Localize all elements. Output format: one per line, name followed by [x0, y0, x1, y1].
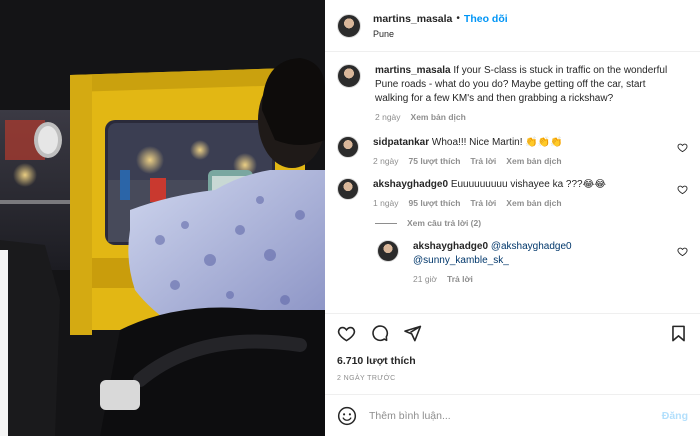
post-detail-panel: martins_masala • Theo dõi Pune martins_m… [325, 0, 700, 436]
author-username[interactable]: martins_masala [373, 13, 452, 25]
reply-item: akshayghadge0 @akshayghadge0 @sunny_kamb… [377, 240, 688, 284]
caption-body: martins_masala If your S-class is stuck … [375, 64, 688, 122]
add-comment-bar: Đăng [325, 394, 700, 436]
separator-dot: • [456, 13, 460, 24]
commenter-avatar[interactable] [337, 178, 359, 200]
comment-likes[interactable]: 75 lượt thích [409, 156, 461, 166]
comment-body: sidpatankar Whoa!!! Nice Martin! 👏👏👏 2 n… [373, 136, 688, 166]
comment-text: Whoa!!! Nice Martin! 👏👏👏 [431, 137, 563, 148]
instagram-post-view: martins_masala • Theo dõi Pune martins_m… [0, 0, 700, 436]
location-label[interactable]: Pune [373, 29, 508, 39]
post-time-ago: 2 NGÀY TRƯỚC [337, 375, 396, 382]
post-comment-button[interactable]: Đăng [662, 410, 688, 422]
commenter-avatar[interactable] [337, 136, 359, 158]
caption-meta: 2 ngày Xem bản dịch [375, 112, 674, 122]
comment-input[interactable] [369, 409, 662, 422]
comment-meta: 1 ngày 95 lượt thích Trả lời Xem bản dịc… [373, 198, 674, 208]
emoji-icon[interactable] [337, 406, 357, 426]
comment-body: akshayghadge0 Euuuuuuuuu vishayee ka ???… [373, 178, 688, 208]
comments-section: martins_masala If your S-class is stuck … [325, 52, 700, 313]
comment-username[interactable]: akshayghadge0 [373, 179, 448, 190]
reply-time: 21 giờ [413, 274, 438, 284]
comment-translate-link[interactable]: Xem bản dịch [506, 198, 561, 208]
comment-translate-link[interactable]: Xem bản dịch [506, 156, 561, 166]
comment-item: akshayghadge0 Euuuuuuuuu vishayee ka ???… [337, 178, 688, 208]
view-replies-label: Xem câu trả lời (2) [407, 218, 482, 228]
reply-meta: 21 giờ Trả lời [413, 274, 674, 284]
share-send-icon[interactable] [403, 324, 422, 343]
post-image[interactable] [0, 0, 325, 436]
comment-reply-link[interactable]: Trả lời [470, 198, 496, 208]
post-header: martins_masala • Theo dõi Pune [325, 0, 700, 52]
reply-like-heart-icon[interactable] [677, 246, 688, 257]
caption-time: 2 ngày [375, 112, 401, 122]
likes-count[interactable]: 6.710 lượt thích [325, 355, 700, 367]
reply-mention-2[interactable]: @sunny_kamble_sk_ [413, 255, 509, 266]
reply-avatar[interactable] [377, 240, 399, 262]
comment-time: 1 ngày [373, 198, 399, 208]
like-heart-icon[interactable] [337, 324, 356, 343]
bookmark-save-icon[interactable] [669, 324, 688, 343]
action-bar [325, 313, 700, 353]
view-replies-button[interactable]: Xem câu trả lời (2) [375, 218, 688, 228]
comment-username[interactable]: sidpatankar [373, 137, 429, 148]
comment-text: Euuuuuuuuu vishayee ka ???😂😂 [450, 179, 606, 190]
caption-username[interactable]: martins_masala [375, 65, 451, 76]
follow-button[interactable]: Theo dõi [464, 13, 508, 25]
caption-text-block: martins_masala If your S-class is stuck … [375, 64, 674, 106]
comment-item: sidpatankar Whoa!!! Nice Martin! 👏👏👏 2 n… [337, 136, 688, 166]
view-replies-line [375, 222, 397, 224]
comment-likes[interactable]: 95 lượt thích [409, 198, 461, 208]
comment-text-block: sidpatankar Whoa!!! Nice Martin! 👏👏👏 [373, 136, 674, 150]
author-avatar[interactable] [337, 13, 361, 38]
comment-bubble-icon[interactable] [370, 324, 389, 343]
rickshaw-night-photo [0, 0, 325, 436]
reply-reply-link[interactable]: Trả lời [447, 274, 473, 284]
comment-like-heart-icon[interactable] [677, 142, 688, 153]
reply-mention-1[interactable]: @akshayghadge0 [491, 241, 572, 252]
comment-time: 2 ngày [373, 156, 399, 166]
caption: martins_masala If your S-class is stuck … [337, 64, 688, 122]
caption-translate-link[interactable]: Xem bản dịch [411, 112, 466, 122]
header-line: martins_masala • Theo dõi [373, 13, 508, 25]
caption-avatar[interactable] [337, 64, 361, 88]
comment-reply-link[interactable]: Trả lời [470, 156, 496, 166]
reply-text-block: akshayghadge0 @akshayghadge0 @sunny_kamb… [413, 240, 674, 268]
header-text: martins_masala • Theo dõi Pune [373, 13, 508, 39]
comment-meta: 2 ngày 75 lượt thích Trả lời Xem bản dịc… [373, 156, 674, 166]
reply-body: akshayghadge0 @akshayghadge0 @sunny_kamb… [413, 240, 688, 284]
comment-like-heart-icon[interactable] [677, 184, 688, 195]
reply-username[interactable]: akshayghadge0 [413, 241, 488, 252]
comment-text-block: akshayghadge0 Euuuuuuuuu vishayee ka ???… [373, 178, 674, 192]
